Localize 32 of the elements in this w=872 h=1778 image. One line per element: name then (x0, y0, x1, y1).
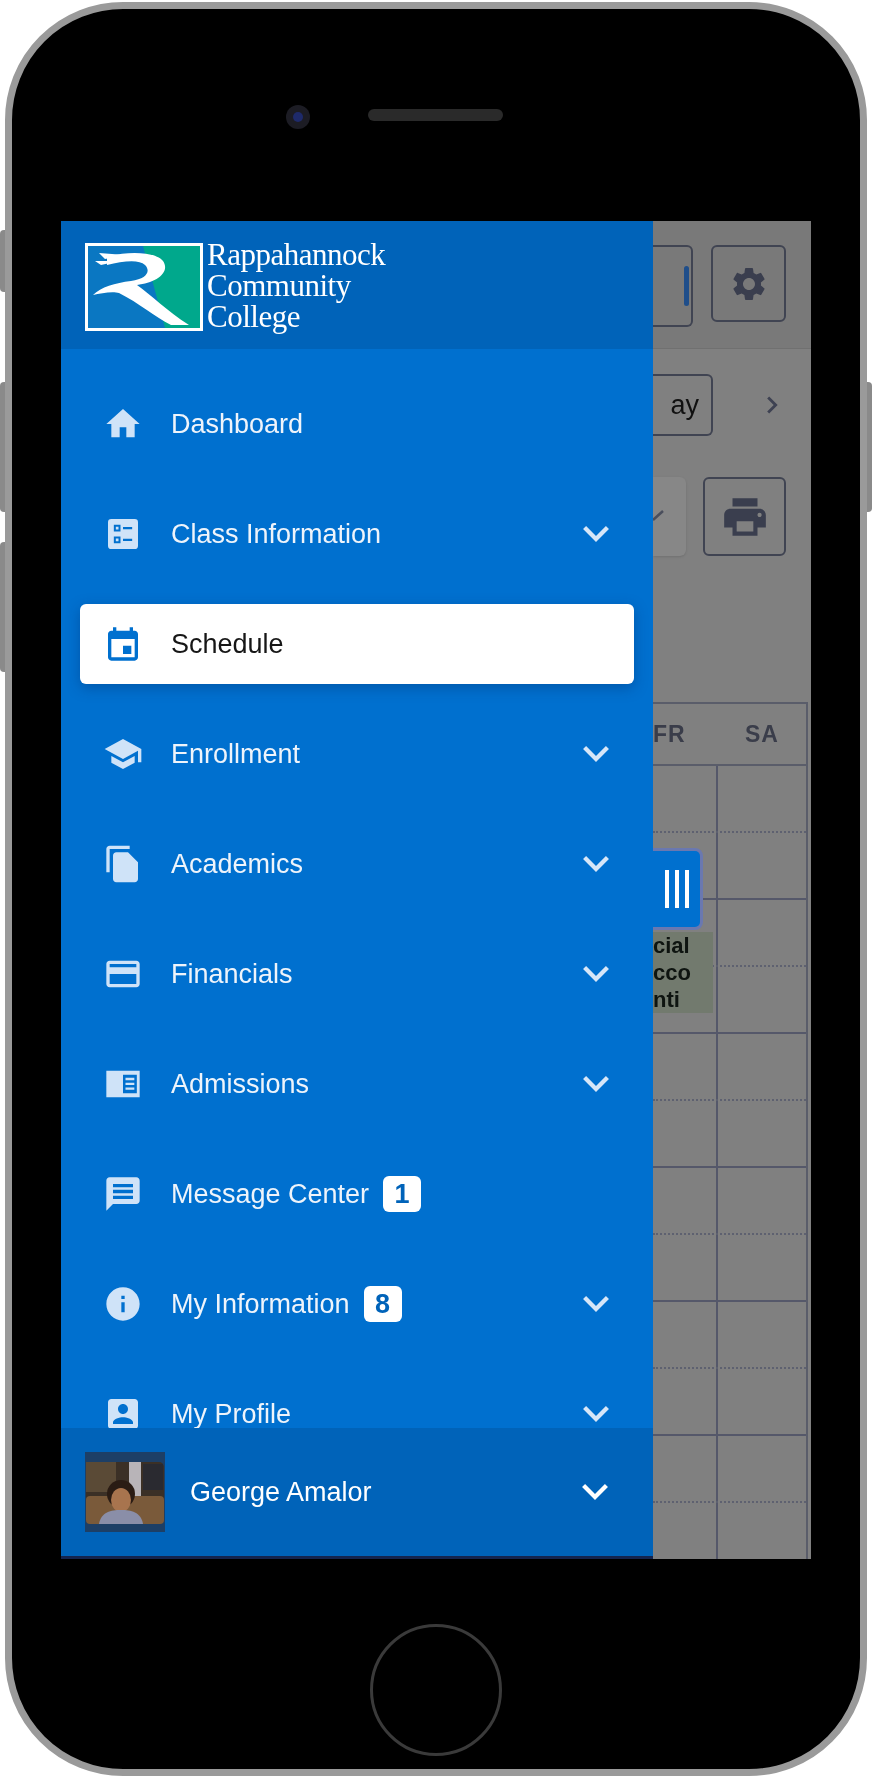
menu-item[interactable]: Academics (80, 824, 634, 904)
toolbar-mark-icon (684, 266, 689, 306)
menu-item[interactable]: Admissions (80, 1044, 634, 1124)
logo-text: Rappahannock (207, 239, 386, 270)
caret-icon (653, 509, 665, 524)
info-icon (103, 1284, 143, 1324)
menu-item[interactable]: My Information 8 (80, 1264, 634, 1344)
menu-item[interactable]: Schedule (80, 604, 634, 684)
class-event[interactable]: cial cco nti (653, 932, 713, 1013)
menu-item[interactable]: Message Center 1 (80, 1154, 634, 1234)
menu-item[interactable]: Enrollment (80, 714, 634, 794)
user-name: George Amalor (190, 1475, 372, 1509)
menu-item[interactable]: My Profile (80, 1374, 634, 1428)
print-button[interactable] (703, 477, 786, 556)
camera-icon (286, 105, 310, 129)
chevron-down-icon (582, 1484, 608, 1500)
user-bar[interactable]: George Amalor (61, 1428, 653, 1559)
logo-text: College (207, 301, 300, 332)
bird-logo-icon (85, 243, 203, 331)
count-badge: 8 (363, 1286, 402, 1322)
grip-icon (663, 870, 690, 908)
menu-item[interactable]: Class Information (80, 494, 634, 574)
menu-item[interactable]: Dashboard (80, 384, 634, 464)
view-button[interactable]: ay (653, 374, 713, 436)
speaker-grille-icon (368, 109, 503, 121)
settings-button[interactable] (711, 245, 786, 322)
drag-handle[interactable] (653, 848, 703, 930)
day-header: FR (653, 719, 687, 749)
toolbar-button[interactable] (653, 245, 693, 327)
day-header: SA (744, 719, 780, 749)
count-badge: 1 (383, 1176, 422, 1212)
menu-item[interactable]: Financials (80, 934, 634, 1014)
